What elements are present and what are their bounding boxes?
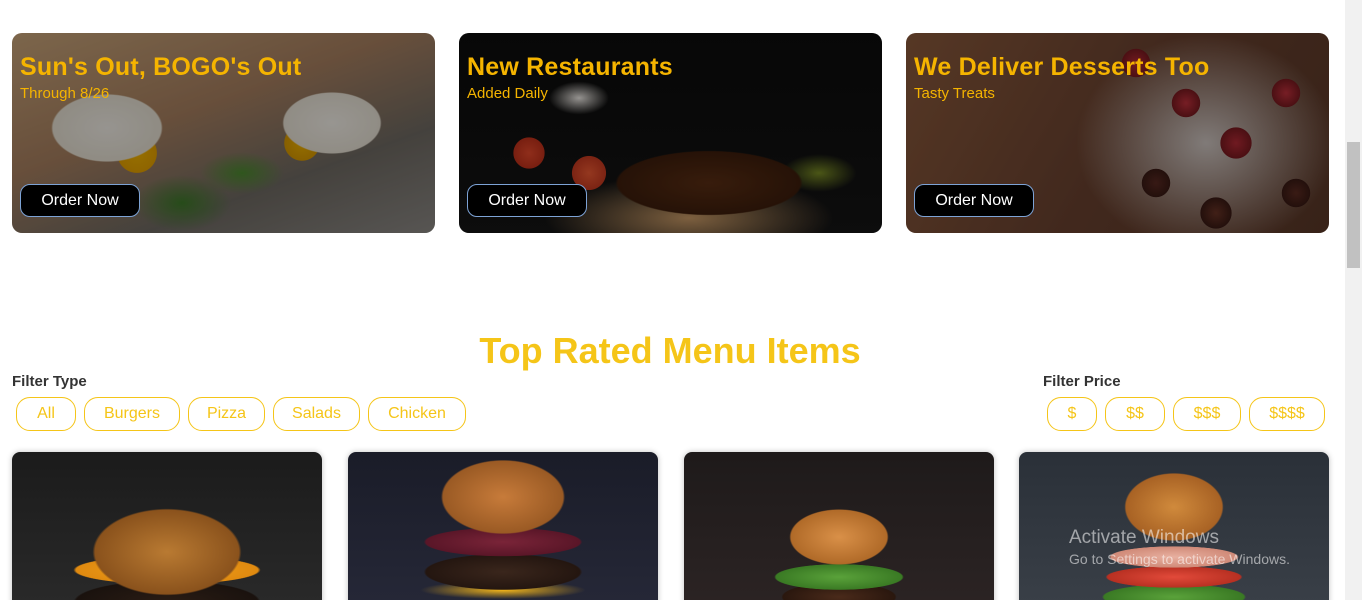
filter-chip-chicken[interactable]: Chicken [368, 397, 466, 431]
scrollbar-thumb[interactable] [1347, 142, 1360, 268]
section-title: Top Rated Menu Items [479, 330, 861, 371]
menu-item-card[interactable] [684, 452, 994, 600]
promo-title: We Deliver Desserts Too [914, 53, 1210, 81]
promo-card-desserts: We Deliver Desserts Too Tasty Treats Ord… [906, 33, 1329, 233]
filter-type-label: Filter Type [12, 373, 87, 390]
filter-chip-price-4[interactable]: $$$$ [1249, 397, 1325, 431]
promo-card-bogo: Sun's Out, BOGO's Out Through 8/26 Order… [12, 33, 435, 233]
watermark-line-1: Activate Windows [1069, 527, 1219, 548]
menu-item-card[interactable] [348, 452, 658, 600]
promo-card-new-restaurants: New Restaurants Added Daily Order Now [459, 33, 882, 233]
filter-price-label: Filter Price [1043, 373, 1121, 390]
filter-chip-all[interactable]: All [16, 397, 76, 431]
menu-item-image-burger [348, 452, 658, 600]
filter-chip-price-1[interactable]: $ [1047, 397, 1097, 431]
watermark-line-2: Go to Settings to activate Windows. [1069, 551, 1290, 567]
filter-chip-price-3[interactable]: $$$ [1173, 397, 1241, 431]
order-now-button[interactable]: Order Now [467, 184, 587, 217]
vertical-scrollbar[interactable] [1345, 0, 1362, 600]
filter-chip-salads[interactable]: Salads [273, 397, 360, 431]
filter-chip-burgers[interactable]: Burgers [84, 397, 180, 431]
page: Sun's Out, BOGO's Out Through 8/26 Order… [0, 0, 1362, 600]
promo-subtitle: Added Daily [467, 85, 548, 102]
filter-chip-pizza[interactable]: Pizza [188, 397, 265, 431]
menu-item-card[interactable] [1019, 452, 1329, 600]
promo-title: Sun's Out, BOGO's Out [20, 53, 302, 81]
menu-item-image-burger [684, 452, 994, 600]
filter-chip-price-2[interactable]: $$ [1105, 397, 1165, 431]
promo-title: New Restaurants [467, 53, 673, 81]
menu-item-image-burger [12, 452, 322, 600]
menu-item-card[interactable] [12, 452, 322, 600]
promo-subtitle: Through 8/26 [20, 85, 110, 102]
menu-item-image-burger [1019, 452, 1329, 600]
windows-activation-watermark: Activate Windows Go to Settings to activ… [1069, 527, 1290, 567]
order-now-button[interactable]: Order Now [914, 184, 1034, 217]
order-now-button[interactable]: Order Now [20, 184, 140, 217]
promo-subtitle: Tasty Treats [914, 85, 995, 102]
